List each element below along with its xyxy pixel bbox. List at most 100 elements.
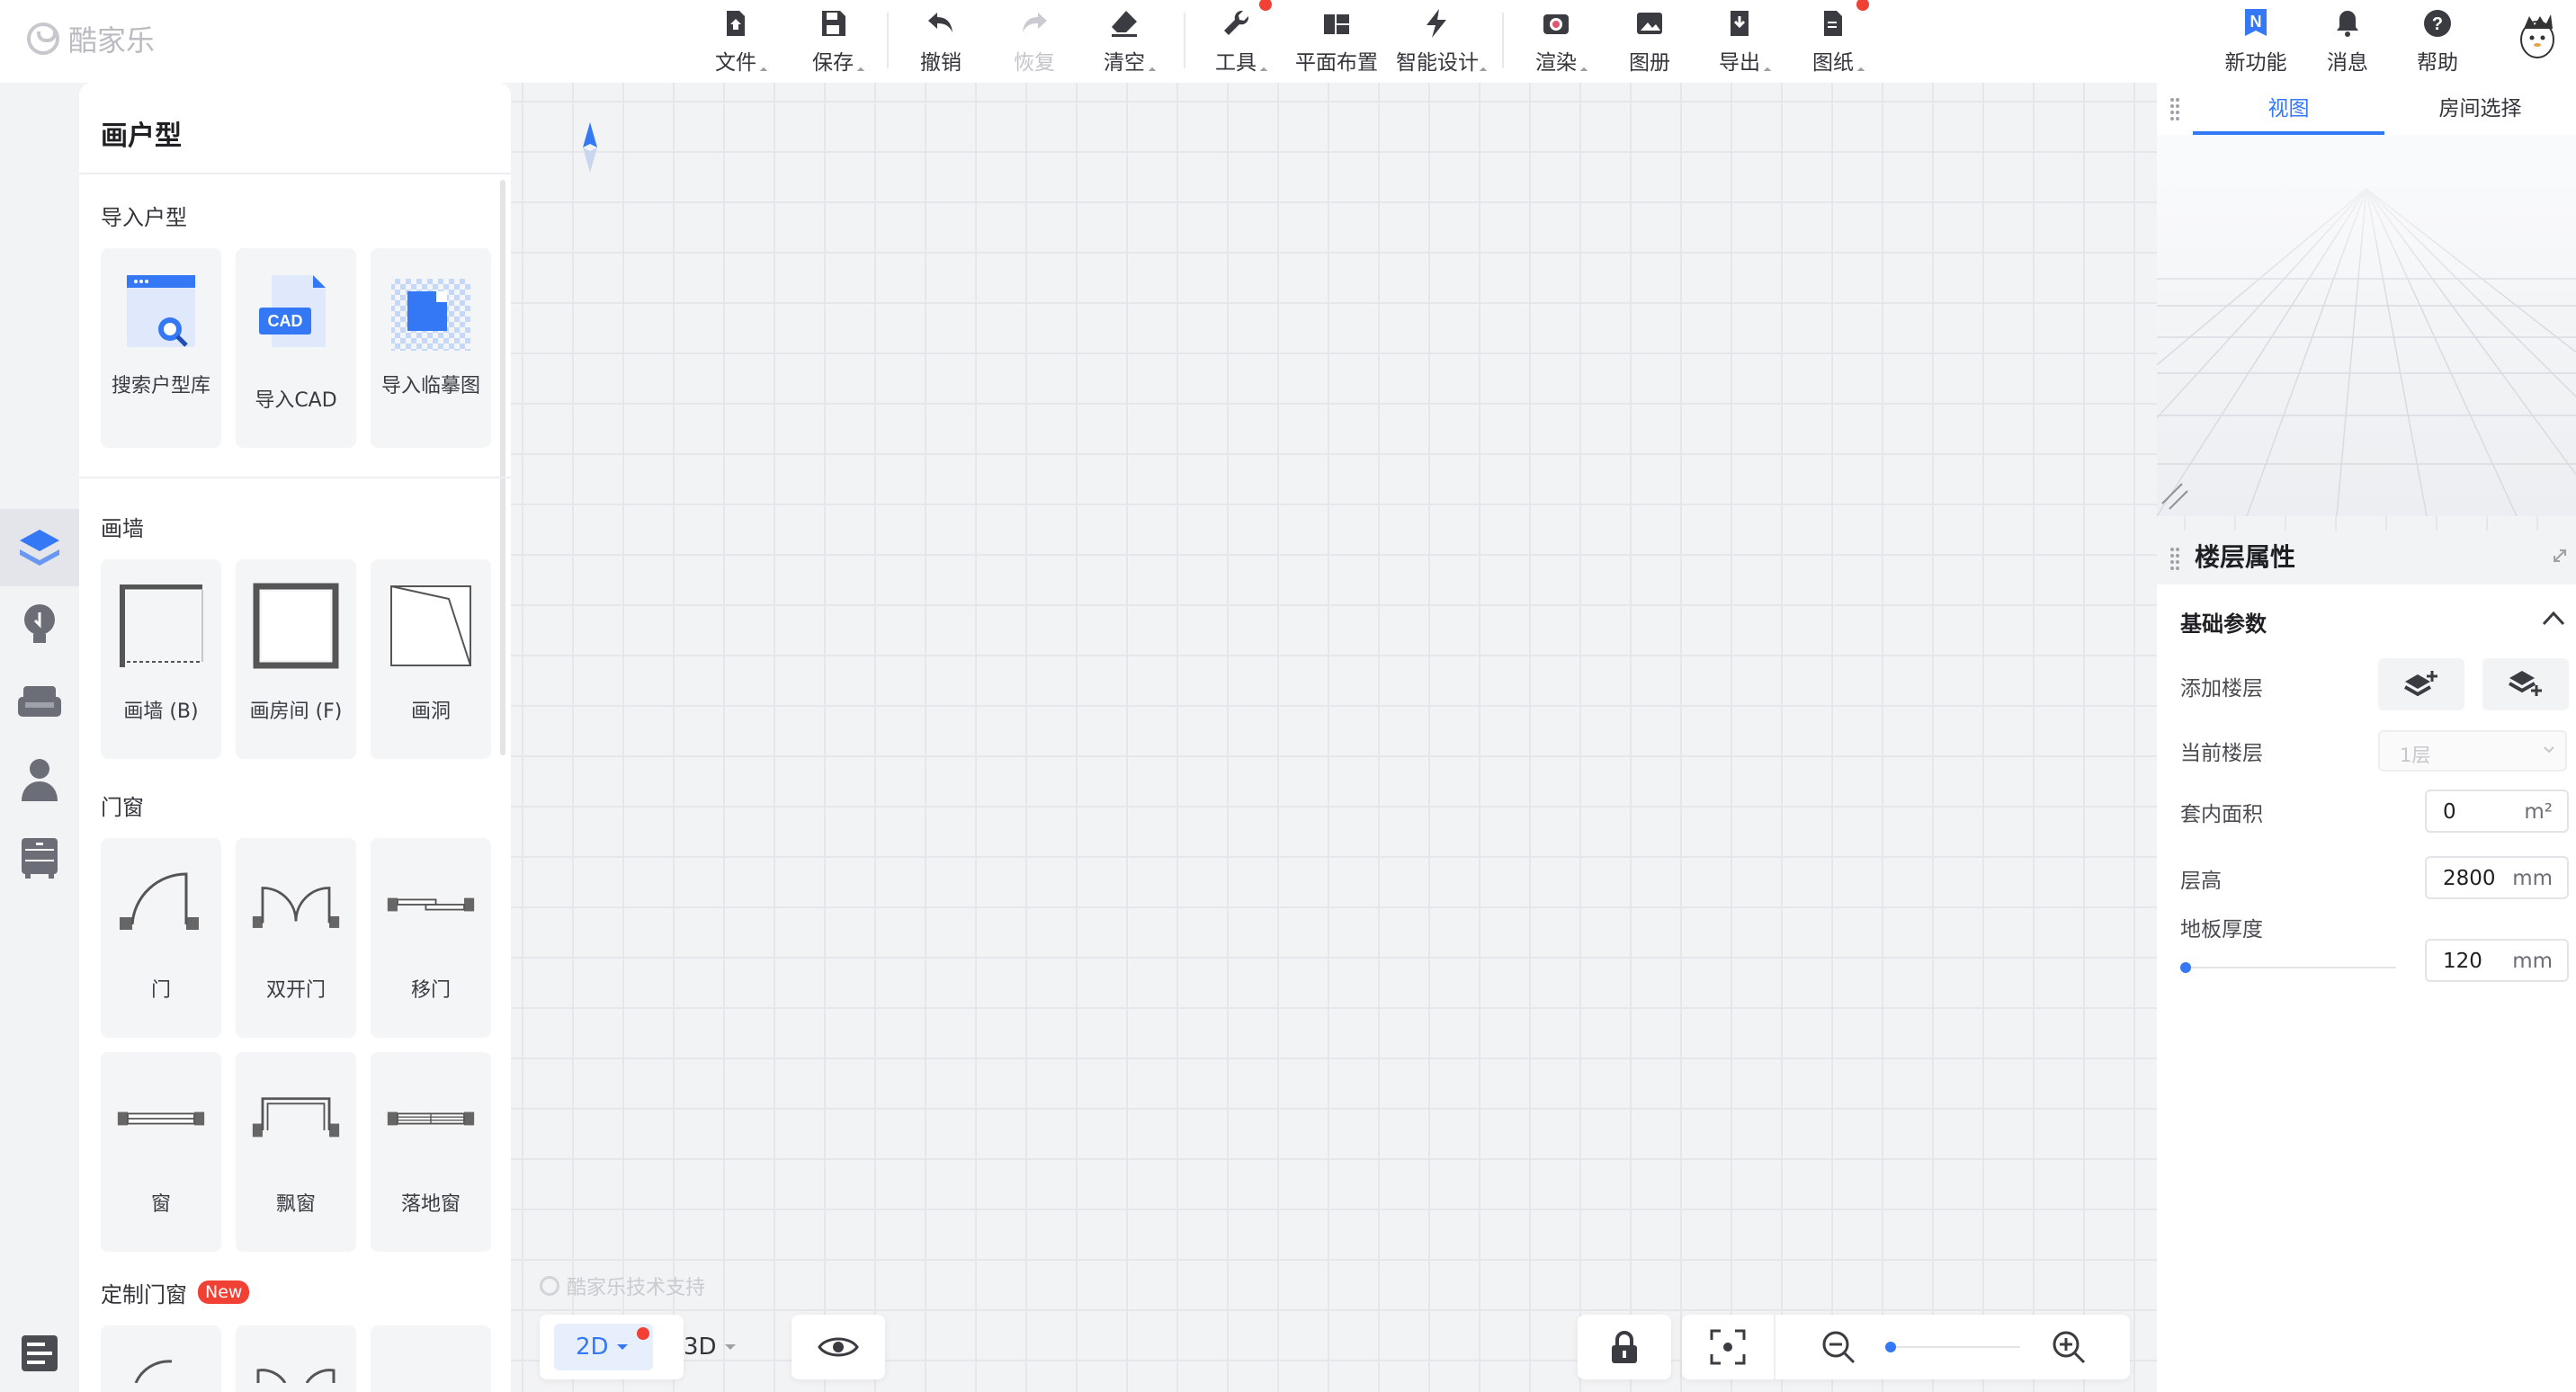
search-floorplan-card[interactable]: 搜索户型库	[101, 248, 221, 448]
draw-wall-label: 画墙 (B)	[123, 700, 199, 723]
draw-opening-card[interactable]: 画洞	[371, 559, 491, 759]
bay-window-card[interactable]: 飘窗	[236, 1052, 356, 1252]
bell-icon	[2337, 11, 2358, 37]
custom-double-door-card[interactable]	[236, 1325, 356, 1392]
rail-cabinet[interactable]	[0, 818, 79, 896]
person-icon	[22, 759, 58, 801]
mode-2d-button[interactable]: 2D	[554, 1324, 653, 1370]
bay-window-label: 飘窗	[275, 1193, 316, 1216]
view-mode-switch: 2D	[540, 1315, 684, 1379]
help-icon: ?	[2424, 10, 2451, 37]
help-button[interactable]: ? 帮助	[2411, 0, 2464, 83]
layout-button[interactable]: 平面布置	[1292, 0, 1382, 83]
import-trace-card[interactable]: 导入临摹图	[371, 248, 491, 448]
album-button[interactable]: 图册	[1623, 0, 1677, 83]
smart-design-button[interactable]: 智能设计	[1392, 0, 1488, 83]
export-label: 导出	[1719, 51, 1760, 75]
lock-button[interactable]	[1578, 1315, 1671, 1379]
sliding-door-label: 移门	[410, 979, 451, 1002]
left-icon-rail	[0, 83, 79, 1392]
current-floor-select[interactable]: 1层	[2378, 730, 2567, 772]
new-features-label: 新功能	[2224, 51, 2287, 75]
document-icon	[1824, 11, 1842, 36]
expand-icon[interactable]	[2551, 547, 2569, 565]
rail-lighting[interactable]	[0, 586, 79, 664]
tools-button[interactable]: 工具	[1209, 0, 1272, 83]
rail-furniture[interactable]	[0, 664, 79, 741]
wrench-icon	[1224, 10, 1249, 35]
visibility-button[interactable]	[792, 1315, 885, 1379]
rail-settings[interactable]	[0, 1315, 79, 1392]
sofa-icon	[18, 686, 61, 717]
rail-profile[interactable]	[0, 741, 79, 818]
custom-door-card[interactable]	[101, 1325, 221, 1392]
drag-handle-icon[interactable]	[2169, 97, 2180, 120]
messages-button[interactable]: 消息	[2321, 0, 2375, 83]
tab-room-select[interactable]: 房间选择	[2384, 83, 2576, 135]
clear-button[interactable]: 清空	[1097, 0, 1157, 83]
floor-height-input[interactable]: 2800 mm	[2425, 856, 2569, 899]
inner-area-value: 0	[2443, 800, 2456, 824]
window-card[interactable]: 窗	[101, 1052, 221, 1252]
export-icon	[1731, 11, 1749, 36]
undo-button[interactable]: 撤销	[914, 0, 968, 83]
new-features-button[interactable]: N 新功能	[2220, 0, 2292, 83]
export-button[interactable]: 导出	[1713, 0, 1772, 83]
watermark-logo-icon	[540, 1276, 559, 1296]
rail-floorplan[interactable]	[0, 509, 79, 586]
properties-title: 楼层属性	[2195, 542, 2296, 572]
zoom-out-icon[interactable]	[1820, 1329, 1856, 1365]
tab-view[interactable]: 视图	[2193, 83, 2384, 135]
import-cad-card[interactable]: CAD 导入CAD	[236, 248, 356, 448]
avatar[interactable]	[2515, 13, 2560, 61]
zoom-slider-handle[interactable]	[1885, 1342, 1896, 1352]
floor-thickness-slider[interactable]	[2180, 959, 2396, 977]
collapse-chevron-icon[interactable]	[2542, 610, 2565, 626]
search-floorplan-label: 搜索户型库	[112, 375, 211, 397]
chevron-down-icon	[2544, 746, 2554, 754]
zoom-slider[interactable]	[1885, 1340, 2020, 1354]
picture-icon	[1637, 13, 1662, 34]
door-card[interactable]: 门	[101, 838, 221, 1038]
floor-thickness-label: 地板厚度	[2180, 918, 2263, 941]
redo-button[interactable]: 恢复	[1007, 0, 1061, 83]
undo-icon	[928, 13, 953, 32]
basic-params-header: 基础参数	[2180, 611, 2267, 637]
wall-section-label: 画墙	[101, 516, 144, 541]
new-n-icon: N	[2245, 9, 2267, 36]
add-layer-below-icon	[2509, 671, 2542, 696]
draw-room-card[interactable]: 画房间 (F)	[236, 559, 356, 759]
app-logo[interactable]: 酷家乐	[27, 18, 155, 59]
panel-title: 画户型	[79, 83, 511, 174]
zoom-in-icon[interactable]	[2051, 1329, 2087, 1365]
panel-scrollbar[interactable]	[500, 180, 505, 755]
fit-view-button[interactable]	[1682, 1315, 1775, 1379]
sliding-door-icon	[387, 897, 475, 912]
add-floor-above-button[interactable]	[2378, 658, 2464, 710]
search-library-icon	[127, 275, 195, 347]
french-window-card[interactable]: 落地窗	[371, 1052, 491, 1252]
import-cad-label: 导入CAD	[255, 389, 337, 412]
lock-icon	[1612, 1331, 1637, 1363]
floor-height-value: 2800	[2443, 867, 2496, 890]
custom-item-card[interactable]	[371, 1325, 491, 1392]
render-button[interactable]: 渲染	[1529, 0, 1588, 83]
drawings-button[interactable]: 图纸	[1806, 0, 1869, 83]
add-floor-below-button[interactable]	[2482, 658, 2569, 710]
3d-preview[interactable]	[2157, 135, 2576, 516]
floor-thickness-input[interactable]: 120 mm	[2425, 939, 2569, 982]
save-button[interactable]: 保存	[806, 0, 865, 83]
mode-2d-dot	[637, 1327, 649, 1340]
french-window-icon	[387, 1111, 475, 1126]
double-door-card[interactable]: 双开门	[236, 838, 356, 1038]
drag-handle-icon[interactable]	[2169, 547, 2180, 570]
draw-wall-card[interactable]: 画墙 (B)	[101, 559, 221, 759]
draw-opening-icon	[390, 585, 471, 666]
mode-2d-label: 2D	[576, 1334, 609, 1361]
inner-area-input[interactable]: 0 m²	[2425, 790, 2569, 833]
file-button[interactable]: 文件	[709, 0, 768, 83]
slider-handle[interactable]	[2180, 962, 2191, 973]
sliding-door-card[interactable]: 移门	[371, 838, 491, 1038]
window-icon	[117, 1111, 205, 1126]
layers-icon	[20, 530, 59, 566]
